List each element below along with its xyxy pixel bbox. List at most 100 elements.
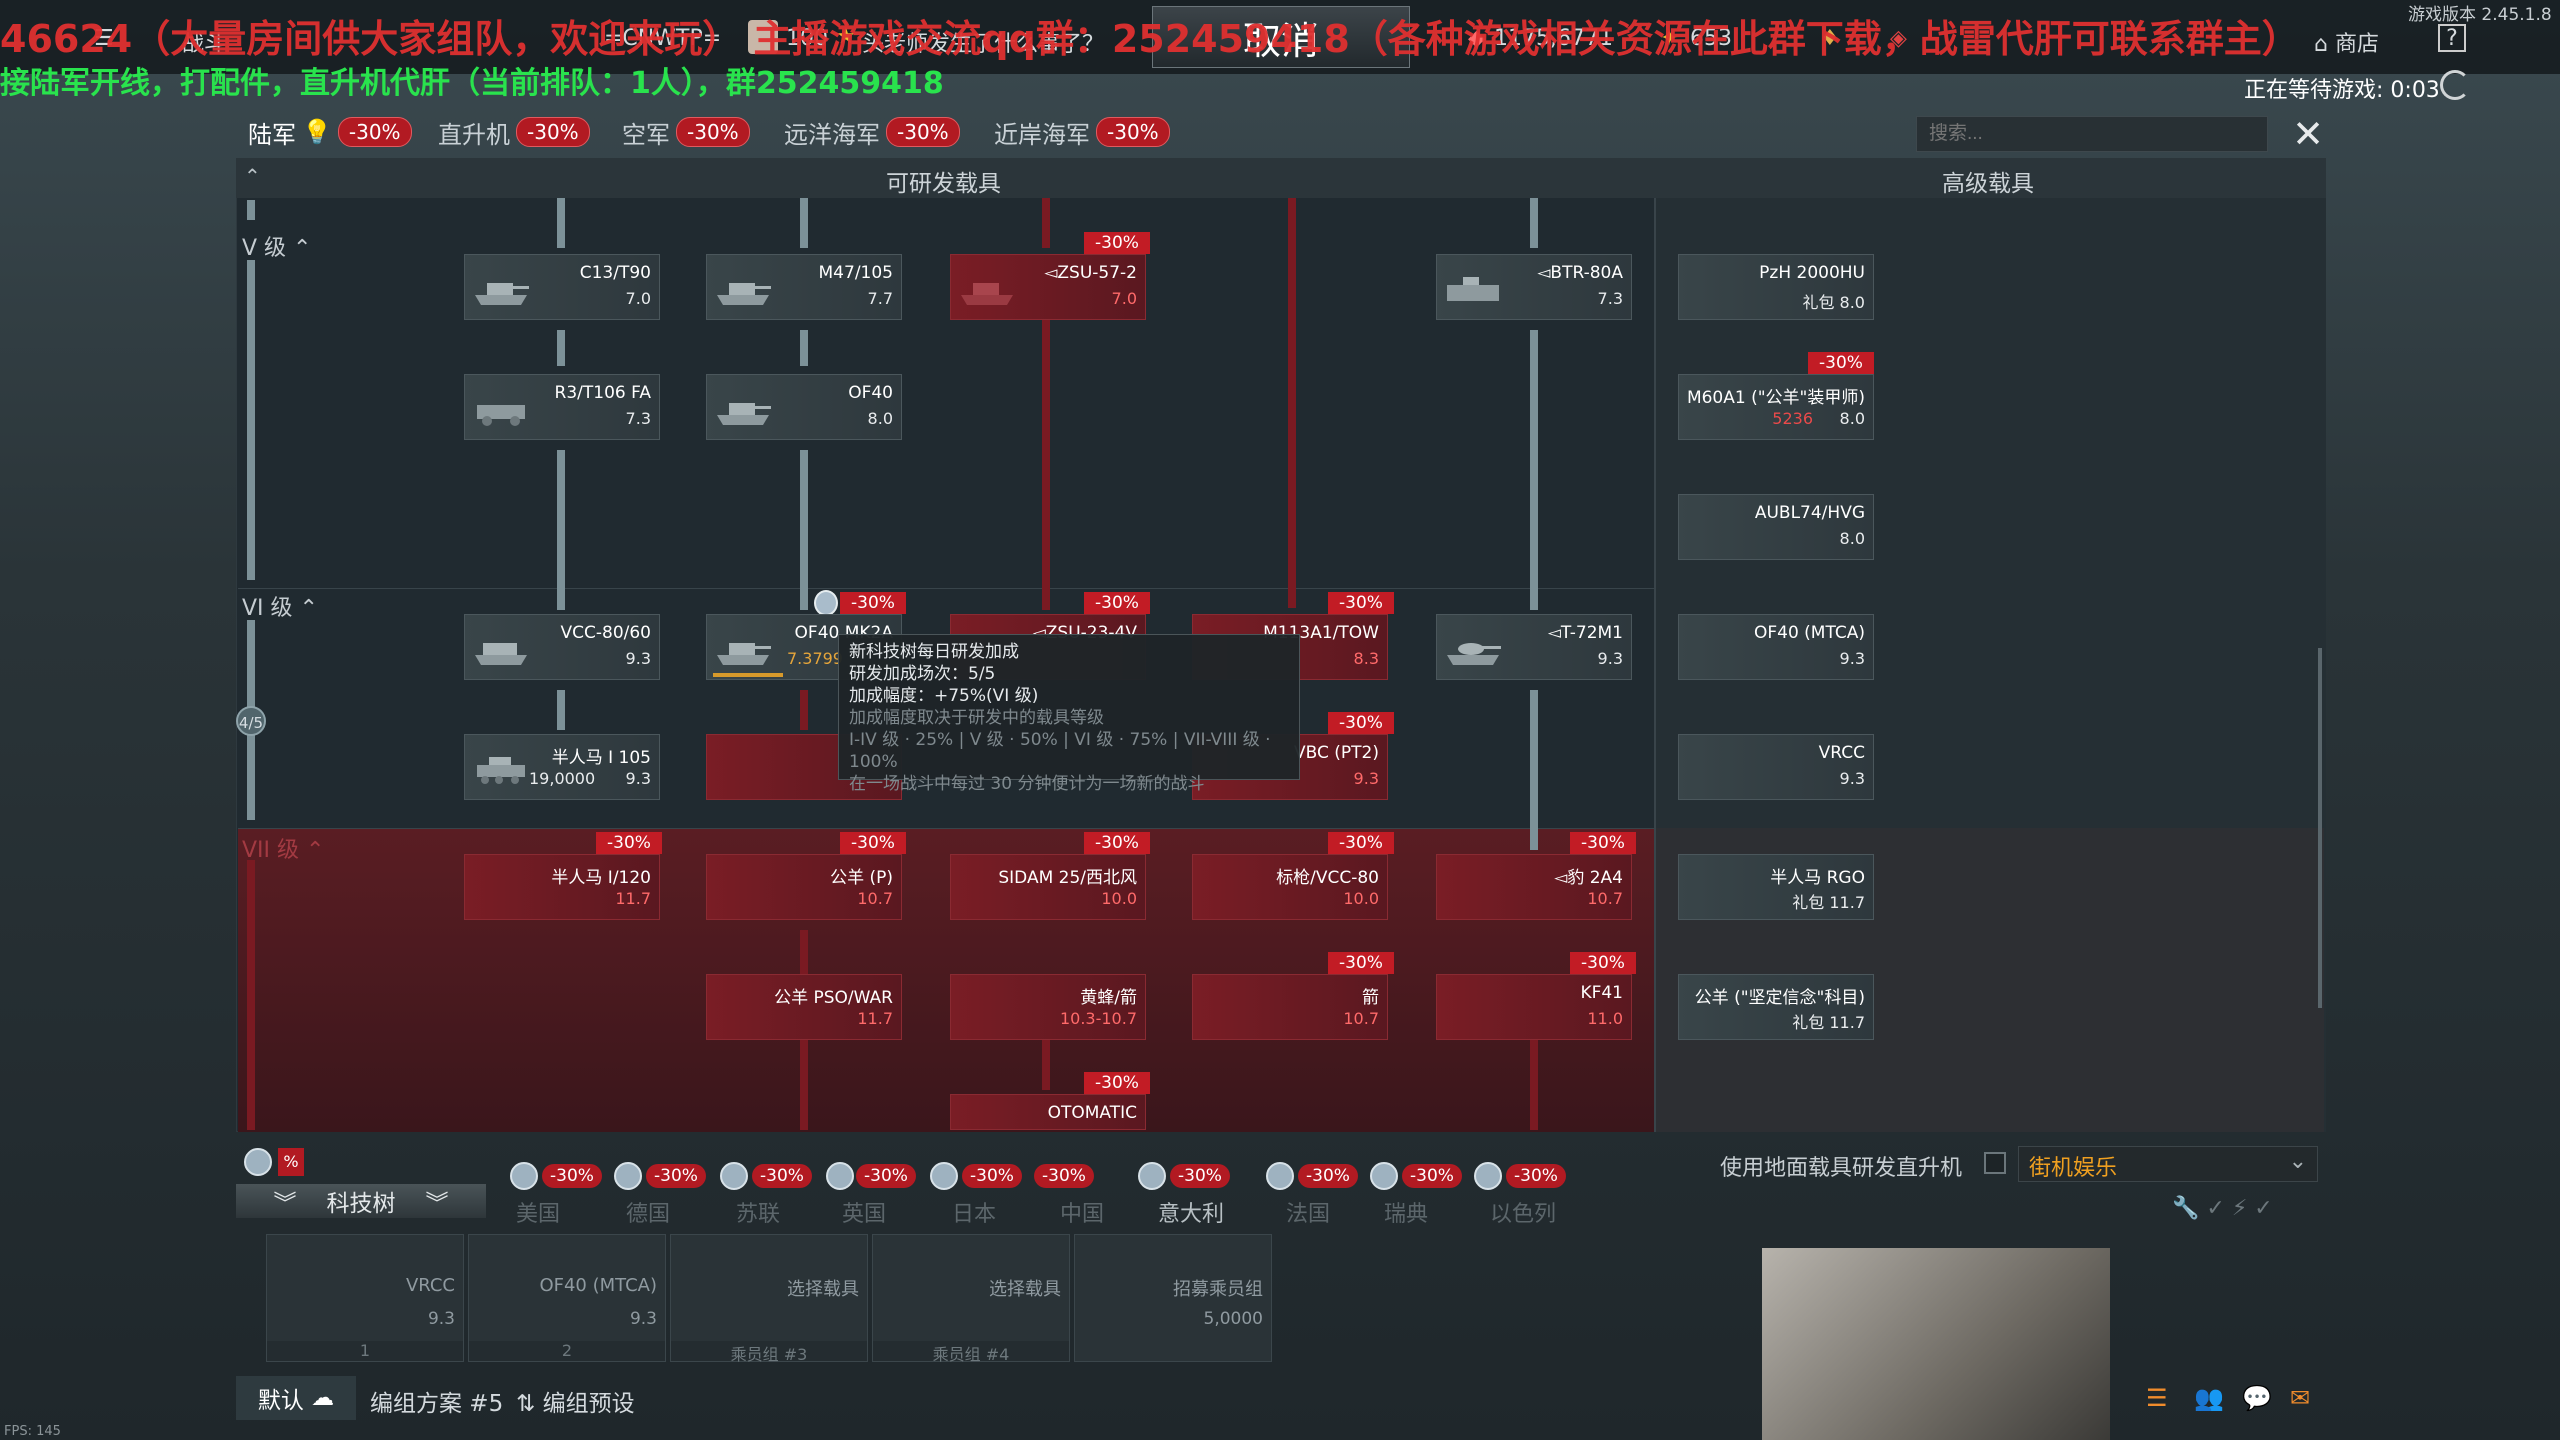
tooltip-title: 新科技树每日研发加成 bbox=[849, 642, 1019, 662]
battle-rating: 10.7 bbox=[1587, 889, 1623, 908]
tab-label: 空军 bbox=[622, 120, 670, 149]
premium-card-centauro-rgo[interactable]: 半人马 RGO 礼包 11.7 bbox=[1678, 854, 1874, 920]
tab-bluewater-fleet[interactable]: 远洋海军 -30% bbox=[784, 114, 960, 150]
tab-army[interactable]: 陆军 💡 -30% bbox=[248, 114, 412, 150]
vehicle-card-ariete-pso[interactable]: 公羊 PSO/WAR 11.7 bbox=[706, 974, 902, 1040]
vehicle-card-zsu57[interactable]: ◅ZSU-57-2 7.0 bbox=[950, 254, 1146, 320]
vehicle-card-c13[interactable]: C13/T90 7.0 bbox=[464, 254, 660, 320]
vehicle-card-hornet[interactable]: 黄蜂/箭 10.3-10.7 bbox=[950, 974, 1146, 1040]
vehicle-card-r3[interactable]: R3/T106 FA 7.3 bbox=[464, 374, 660, 440]
vehicle-name: 半人马 RGO bbox=[1770, 868, 1865, 888]
rank-label-vi[interactable]: VI 级 ⌃ bbox=[242, 590, 318, 622]
preset-edit-button[interactable]: ⇅ 编组预设 bbox=[516, 1384, 635, 1418]
research-boost-icon[interactable] bbox=[814, 590, 838, 616]
chat-icon[interactable]: 💬 bbox=[2242, 1384, 2272, 1412]
discount-badge: -30% bbox=[1084, 592, 1150, 614]
research-boost-tooltip: 新科技树每日研发加成 研发加成场次：5/5 加成幅度：+75%(VI 级) 加成… bbox=[838, 634, 1300, 794]
tree-link bbox=[800, 198, 808, 248]
discount-badge: -30% bbox=[962, 1164, 1022, 1188]
scrollbar[interactable] bbox=[2318, 648, 2322, 1008]
vehicle-card-vcc80[interactable]: VCC-80/60 9.3 bbox=[464, 614, 660, 680]
discount-badge: -30% bbox=[1506, 1164, 1566, 1188]
rank-label-v[interactable]: V 级 ⌃ bbox=[242, 230, 311, 262]
nation-tab-britain[interactable]: 英国 bbox=[842, 1196, 886, 1228]
vehicle-card-otomatic[interactable]: OTOMATIC bbox=[950, 1094, 1146, 1130]
vehicle-card-ariete-p[interactable]: 公羊 (P) 10.7 bbox=[706, 854, 902, 920]
crew-slot-3[interactable]: 选择载具 乘员组 #3 bbox=[670, 1234, 868, 1364]
research-boost-icon[interactable] bbox=[244, 1148, 272, 1176]
tab-coastal-fleet[interactable]: 近岸海军 -30% bbox=[994, 114, 1170, 150]
vehicle-card-centauro105[interactable]: 半人马 I 105 9.3 19,0000 bbox=[464, 734, 660, 800]
vehicle-card-t72[interactable]: ◅T-72M1 9.3 bbox=[1436, 614, 1632, 680]
vehicle-card-centauro120[interactable]: 半人马 I/120 11.7 bbox=[464, 854, 660, 920]
battle-rating: 8.0 bbox=[1839, 409, 1865, 428]
tree-link bbox=[800, 450, 808, 610]
vehicle-name: ◅豹 2A4 bbox=[1554, 868, 1623, 888]
nation-tab-israel[interactable]: 以色列 bbox=[1490, 1196, 1556, 1228]
vehicle-card-vcc80-tow[interactable]: 标枪/VCC-80 10.0 bbox=[1192, 854, 1388, 920]
preset-default-button[interactable]: 默认 ☁ bbox=[236, 1376, 356, 1420]
nation-tab-japan[interactable]: 日本 bbox=[952, 1196, 996, 1228]
nation-tab-china[interactable]: 中国 bbox=[1060, 1196, 1104, 1228]
search-input[interactable] bbox=[1916, 116, 2268, 152]
help-button[interactable]: ? bbox=[2438, 24, 2466, 52]
crew-slot-4[interactable]: 选择载具 乘员组 #4 bbox=[872, 1234, 1070, 1364]
battle-rating: 9.3 bbox=[1839, 769, 1865, 788]
armored-car-icon bbox=[477, 405, 525, 426]
preset-edit-label: 编组预设 bbox=[542, 1391, 635, 1417]
tech-tree-button[interactable]: ︾ 科技树 ︾ bbox=[236, 1184, 486, 1218]
nation-boost-icon bbox=[614, 1162, 642, 1190]
crew-slot-2[interactable]: OF40 (MTCA) 9.3 2 bbox=[468, 1234, 666, 1362]
tab-helicopters[interactable]: 直升机 -30% bbox=[438, 114, 590, 150]
premium-card-m60a1[interactable]: M60A1 ("公羊"装甲师) 5236 8.0 bbox=[1678, 374, 1874, 440]
vehicle-card-btr80a[interactable]: ◅BTR-80A 7.3 bbox=[1436, 254, 1632, 320]
nation-tab-usa[interactable]: 美国 bbox=[516, 1196, 560, 1228]
close-icon[interactable]: ✕ bbox=[2288, 114, 2328, 154]
battle-rating: 7.7 bbox=[867, 289, 893, 308]
premium-card-vrcc[interactable]: VRCC 9.3 bbox=[1678, 734, 1874, 800]
vehicle-card-arrow[interactable]: 箭 10.7 bbox=[1192, 974, 1388, 1040]
premium-card-ariete-leg[interactable]: 公羊 ("坚定信念"科目) 礼包 11.7 bbox=[1678, 974, 1874, 1040]
discount-badge: -30% bbox=[1328, 712, 1394, 734]
nation-tab-germany[interactable]: 德国 bbox=[626, 1196, 670, 1228]
nation-tab-france[interactable]: 法国 bbox=[1286, 1196, 1330, 1228]
squad-icon[interactable]: 👥 bbox=[2194, 1384, 2224, 1412]
recruit-cost: 5,0000 bbox=[1203, 1309, 1263, 1329]
vehicle-card-sidam[interactable]: SIDAM 25/西北风 10.0 bbox=[950, 854, 1146, 920]
nation-tab-ussr[interactable]: 苏联 bbox=[736, 1196, 780, 1228]
vehicle-card-kf41[interactable]: KF41 11.0 bbox=[1436, 974, 1632, 1040]
nation-tab-italy[interactable]: 意大利 bbox=[1158, 1196, 1224, 1228]
vehicle-name: OF40 (MTCA) bbox=[1753, 623, 1865, 643]
discount-badge: -30% bbox=[1096, 117, 1170, 147]
list-icon[interactable]: ☰ bbox=[2146, 1384, 2168, 1412]
battle-rating: 9.3 bbox=[1839, 649, 1865, 668]
premium-column-title: 高级载具 bbox=[1942, 171, 2034, 197]
vehicle-card-leopard2a4[interactable]: ◅豹 2A4 10.7 bbox=[1436, 854, 1632, 920]
battle-rating: 7.3 bbox=[625, 409, 651, 428]
tank-icon bbox=[1447, 643, 1501, 665]
premium-card-pzh2000[interactable]: PzH 2000HU 礼包 8.0 bbox=[1678, 254, 1874, 320]
vehicle-card-m47[interactable]: M47/105 7.7 bbox=[706, 254, 902, 320]
shop-button[interactable]: ⌂ 商店 bbox=[2314, 26, 2379, 58]
mail-icon[interactable]: ✉ bbox=[2290, 1384, 2310, 1412]
heli-research-checkbox[interactable] bbox=[1984, 1152, 2006, 1174]
crew-slot-1[interactable]: VRCC 9.3 1 bbox=[266, 1234, 464, 1362]
preset-number-button[interactable]: 编组方案 #5 bbox=[370, 1384, 503, 1418]
vehicle-name: OF40 bbox=[848, 383, 893, 403]
battle-rating: 礼包 8.0 bbox=[1802, 293, 1865, 312]
vehicle-name: OTOMATIC bbox=[1047, 1103, 1137, 1123]
gold-cost: 5236 bbox=[1772, 409, 1813, 428]
recruit-crew-slot[interactable]: 招募乘员组 5,0000 bbox=[1074, 1234, 1272, 1362]
collapse-icon[interactable]: ⌃ bbox=[244, 164, 261, 188]
battle-rating: 10.3-10.7 bbox=[1059, 1009, 1137, 1028]
repair-icon[interactable]: 🔧 ✓ ⚡ ✓ bbox=[2172, 1196, 2273, 1221]
vehicle-name: AUBL74/HVG bbox=[1754, 503, 1865, 523]
tree-link-locked bbox=[1042, 198, 1050, 248]
tree-link bbox=[1530, 198, 1538, 248]
premium-card-aubl74[interactable]: AUBL74/HVG 8.0 bbox=[1678, 494, 1874, 560]
vehicle-card-of40[interactable]: OF40 8.0 bbox=[706, 374, 902, 440]
premium-card-of40-mtca[interactable]: OF40 (MTCA) 9.3 bbox=[1678, 614, 1874, 680]
tab-aircraft[interactable]: 空军 -30% bbox=[622, 114, 750, 150]
nation-tab-sweden[interactable]: 瑞典 bbox=[1384, 1196, 1428, 1228]
game-mode-dropdown[interactable]: 街机娱乐 ⌄ bbox=[2018, 1146, 2318, 1182]
